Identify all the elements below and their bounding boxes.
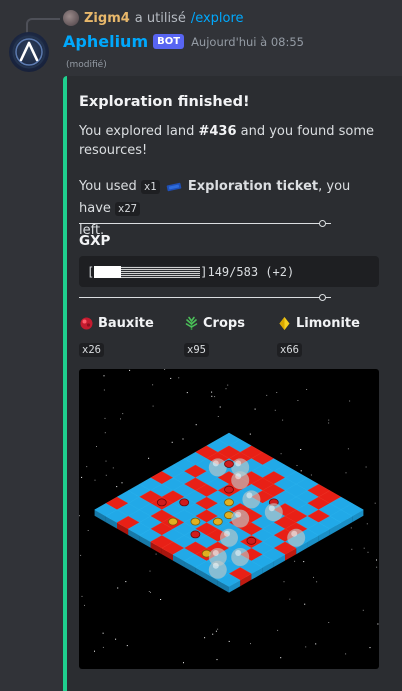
limonite-icon <box>279 317 290 330</box>
crops-icon <box>185 316 198 330</box>
embed-title: Exploration finished! <box>79 94 250 110</box>
dome-marker <box>220 528 238 547</box>
gxp-bar-open: [ <box>87 264 95 279</box>
gxp-label: GXP <box>79 233 111 249</box>
dome-highlight <box>235 550 242 556</box>
bauxite-marker <box>224 485 234 494</box>
reply-command[interactable]: /explore <box>191 11 244 26</box>
message-timestamp[interactable]: Aujourd'hui à 08:55 <box>191 35 304 49</box>
ticket-remaining-qty: x27 <box>115 202 140 216</box>
isometric-land-map <box>79 369 379 664</box>
embed-card: Exploration finished! You explored land … <box>63 76 402 691</box>
author-name[interactable]: Aphelium <box>63 32 148 51</box>
dome-marker <box>242 490 261 509</box>
dome-highlight <box>291 530 298 537</box>
limonite-marker <box>190 517 201 526</box>
resource-name-limonite: Limonite <box>296 316 360 331</box>
dome-highlight <box>212 550 219 556</box>
limonite-marker <box>212 517 223 526</box>
gxp-bar-fill <box>94 265 122 278</box>
limonite-marker <box>168 517 178 526</box>
gxp-codeblock: [] 149/583 (+2) <box>79 256 379 287</box>
ticket-usage: You used x1 Exploration ticket, you have… <box>79 176 379 241</box>
dome-marker <box>287 528 306 547</box>
exploration-map-image[interactable] <box>79 369 379 669</box>
reply-context[interactable]: Zigm4 a utilisé /explore <box>63 9 244 27</box>
ticket-icon <box>166 182 182 191</box>
gxp-bar-empty <box>121 265 201 278</box>
reply-action: a utilisé <box>134 10 186 26</box>
bauxite-marker <box>156 498 167 507</box>
desc-prefix: You explored land <box>79 124 199 139</box>
dome-marker <box>231 509 250 528</box>
ticket-name: Exploration ticket <box>187 179 319 194</box>
resource-field-bauxite: Bauxite x26 <box>79 316 154 357</box>
limonite-marker <box>224 498 234 507</box>
divider-top-knob <box>319 220 326 227</box>
dome-marker <box>208 458 227 477</box>
bauxite-icon <box>80 317 93 330</box>
dome-highlight <box>224 530 230 537</box>
resource-qty-limonite: x66 <box>277 343 302 357</box>
dome-highlight <box>268 505 275 512</box>
dome-highlight <box>235 473 242 480</box>
gxp-bar-close: ] <box>200 264 208 279</box>
land-number: #436 <box>198 124 237 139</box>
embed-description: You explored land #436 and you found som… <box>79 122 379 160</box>
bauxite-marker <box>179 498 190 507</box>
resource-qty-crops: x95 <box>184 343 209 357</box>
gxp-value: 149/583 (+2) <box>207 264 295 279</box>
dome-marker <box>208 560 227 579</box>
divider-bottom <box>79 297 331 298</box>
dome-highlight <box>235 511 242 518</box>
resource-name-bauxite: Bauxite <box>98 316 154 331</box>
edited-indicator: (modifié) <box>66 60 107 70</box>
bauxite-marker <box>224 460 234 468</box>
dome-marker <box>231 548 250 566</box>
resource-name-crops: Crops <box>203 316 245 331</box>
divider-bottom-knob <box>319 294 326 301</box>
used-prefix: You used <box>79 179 141 194</box>
bot-avatar[interactable] <box>9 32 49 72</box>
reply-username[interactable]: Zigm4 <box>84 11 130 26</box>
dome-marker <box>264 503 283 522</box>
resource-field-limonite: Limonite x66 <box>277 316 360 357</box>
dome-marker <box>231 471 250 490</box>
dome-highlight <box>212 562 219 569</box>
resource-field-crops: Crops x95 <box>184 316 245 357</box>
dome-highlight <box>212 460 219 467</box>
dome-highlight <box>246 492 253 499</box>
reply-user-avatar[interactable] <box>63 10 79 26</box>
resource-qty-bauxite: x26 <box>79 343 104 357</box>
divider-top <box>79 223 331 224</box>
ticket-used-qty: x1 <box>140 180 160 194</box>
bot-badge: BOT <box>153 34 185 49</box>
bauxite-marker <box>246 536 257 545</box>
message-header: Aphelium BOT Aujourd'hui à 08:55 <box>63 32 304 51</box>
bauxite-marker <box>190 530 201 539</box>
dome-highlight <box>235 460 242 467</box>
